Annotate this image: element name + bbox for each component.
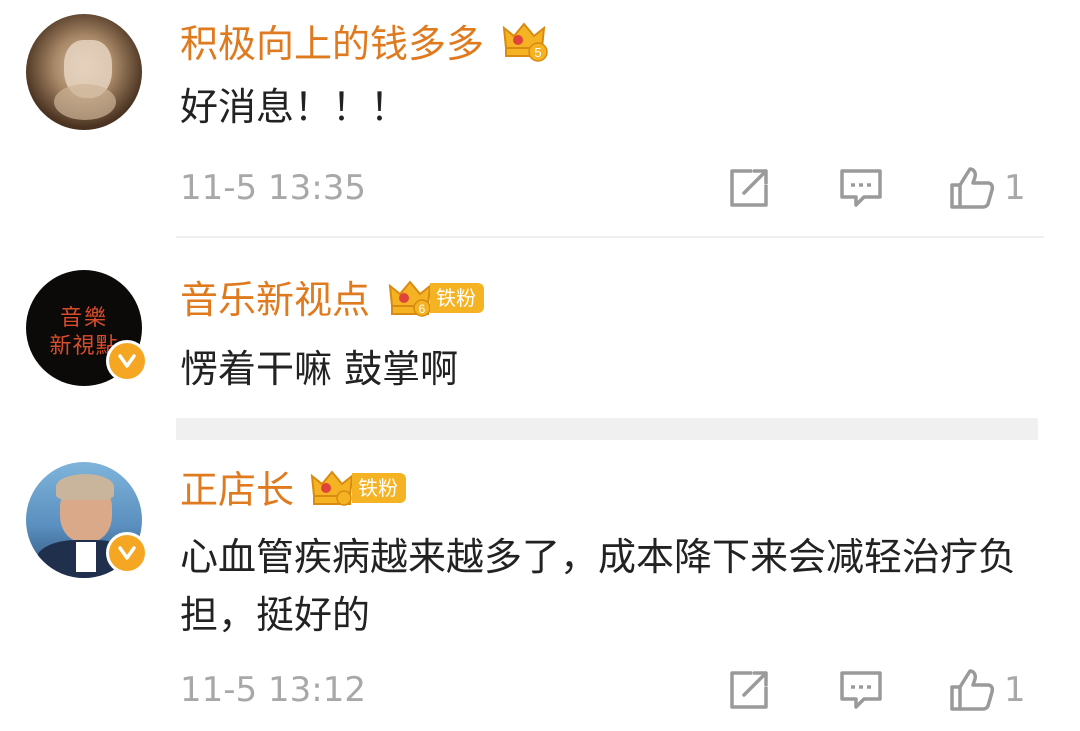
- comment-button[interactable]: [838, 660, 884, 720]
- comment-text: 好消息！！！: [180, 85, 409, 129]
- avatar[interactable]: [26, 462, 148, 578]
- comment-icon: [840, 671, 882, 709]
- comment-button[interactable]: [838, 158, 884, 218]
- fan-badge-label: 铁粉: [352, 473, 406, 503]
- avatar[interactable]: 音樂 新視點: [26, 270, 148, 386]
- avatar[interactable]: [26, 14, 142, 130]
- verified-v-icon: [106, 340, 148, 382]
- divider: [176, 236, 1044, 238]
- verified-v-icon: [106, 532, 148, 574]
- comment-text: 心血管疾病越来越多了，成本降下来会减轻治疗负担，挺好的: [180, 535, 1017, 637]
- username[interactable]: 积极向上的钱多多: [180, 22, 484, 66]
- separator-bar: [176, 418, 1038, 440]
- action-bar: 1: [720, 158, 1080, 218]
- level-number: 6: [419, 302, 426, 316]
- timestamp: 11-5 13:35: [180, 168, 366, 208]
- username[interactable]: 正店长: [180, 468, 294, 512]
- like-count: 1: [1004, 670, 1026, 710]
- action-bar: 1: [720, 660, 1080, 720]
- comment-text: 愣着干嘛 鼓掌啊: [180, 347, 459, 391]
- level-badge[interactable]: 5: [500, 18, 548, 62]
- share-icon: [730, 671, 768, 709]
- level-number: 5: [534, 45, 541, 60]
- share-button[interactable]: [726, 660, 772, 720]
- share-icon: [730, 169, 768, 207]
- comment-item: 正店长 铁粉 心血管疾病越来越多了，成本降下来会减轻治疗负担，挺好的 11-5 …: [0, 440, 1080, 731]
- crown-icon: [310, 470, 354, 506]
- like-button[interactable]: 1: [948, 660, 1026, 720]
- crown-icon: 6: [388, 280, 432, 317]
- crown-icon: 5: [502, 22, 548, 62]
- fan-badge-label: 铁粉: [430, 283, 484, 313]
- like-button[interactable]: 1: [948, 158, 1026, 218]
- comment-item: 音樂 新視點 音乐新视点 6 铁粉 愣着干嘛 鼓掌啊: [0, 240, 1080, 440]
- comment-icon: [840, 169, 882, 207]
- thumbs-up-icon: [950, 167, 995, 209]
- timestamp: 11-5 13:12: [180, 670, 366, 710]
- comment-item: 积极向上的钱多多 5 好消息！！！ 11-5 13:35 1: [0, 0, 1080, 240]
- username[interactable]: 音乐新视点: [180, 278, 370, 322]
- fan-badge[interactable]: 铁粉: [310, 466, 406, 510]
- like-count: 1: [1004, 168, 1026, 208]
- fan-badge[interactable]: 6 铁粉: [388, 276, 484, 320]
- share-button[interactable]: [726, 158, 772, 218]
- thumbs-up-icon: [950, 669, 995, 711]
